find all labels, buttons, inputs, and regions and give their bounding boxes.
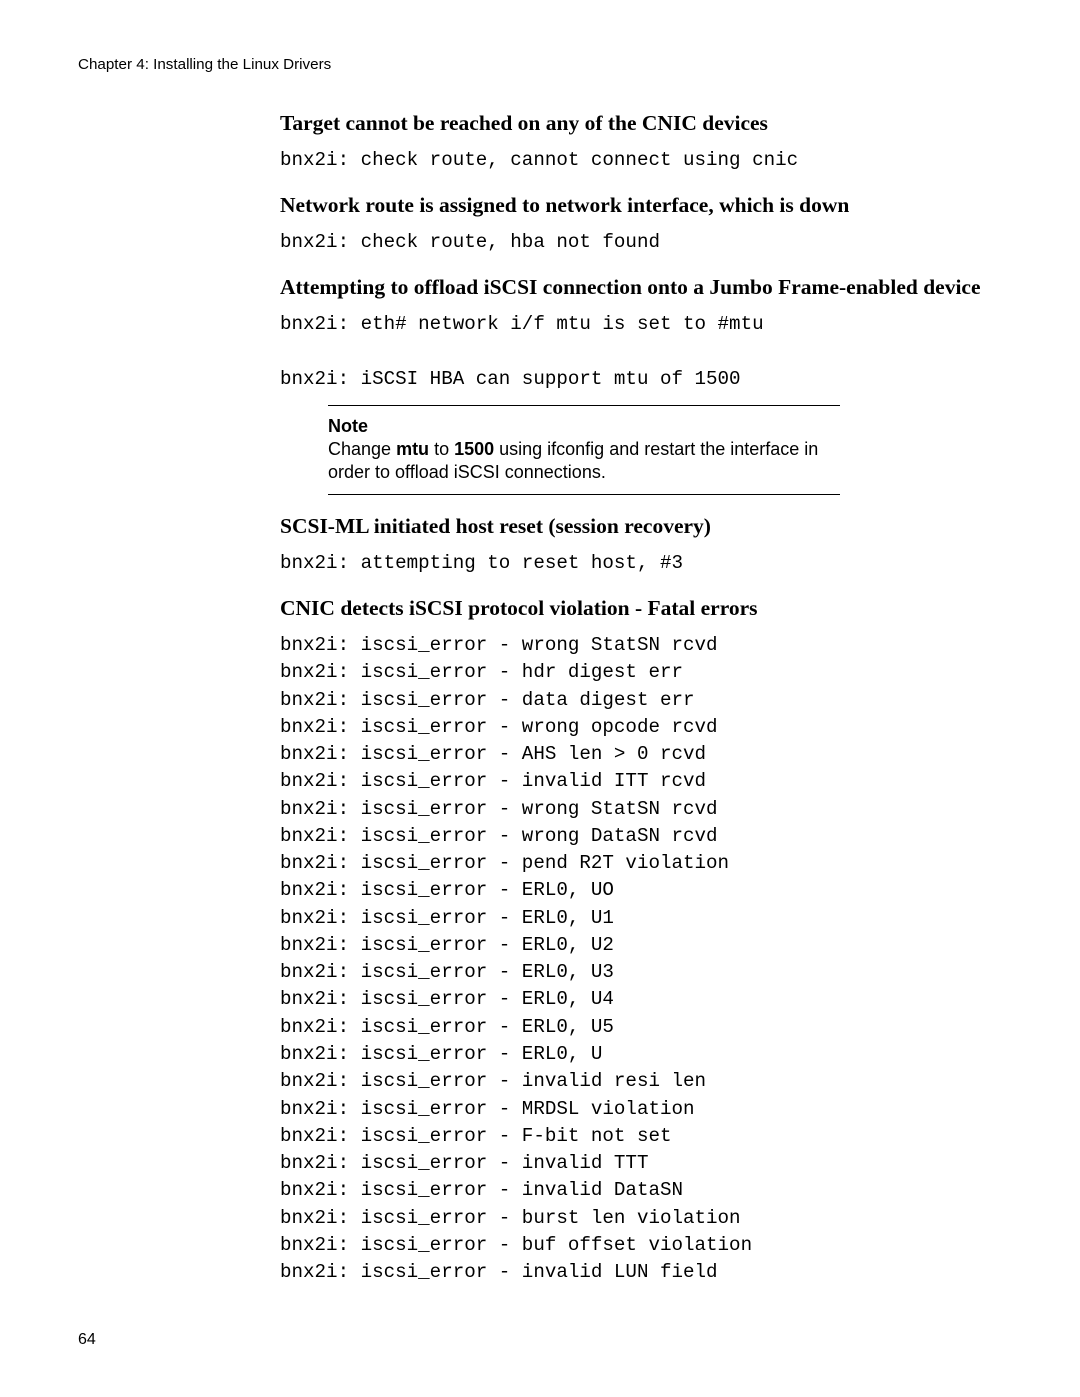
content-column: Target cannot be reached on any of the C… — [280, 110, 1000, 1296]
section-heading-3: Attempting to offload iSCSI connection o… — [280, 274, 1000, 301]
note-text-bold-1: mtu — [396, 439, 429, 459]
page: Chapter 4: Installing the Linux Drivers … — [0, 0, 1080, 1397]
note-box: Note Change mtu to 1500 using ifconfig a… — [328, 405, 840, 495]
code-block-1: bnx2i: check route, cannot connect using… — [280, 147, 1000, 174]
code-block-4: bnx2i: attempting to reset host, #3 — [280, 550, 1000, 577]
note-text-bold-2: 1500 — [454, 439, 494, 459]
code-block-2: bnx2i: check route, hba not found — [280, 229, 1000, 256]
section-heading-2: Network route is assigned to network int… — [280, 192, 1000, 219]
section-heading-4: SCSI-ML initiated host reset (session re… — [280, 513, 1000, 540]
code-block-3: bnx2i: eth# network i/f mtu is set to #m… — [280, 311, 1000, 393]
section-heading-1: Target cannot be reached on any of the C… — [280, 110, 1000, 137]
page-number: 64 — [78, 1331, 96, 1349]
code-block-5: bnx2i: iscsi_error - wrong StatSN rcvd b… — [280, 632, 1000, 1286]
note-text: Change mtu to 1500 using ifconfig and re… — [328, 438, 840, 484]
note-label: Note — [328, 416, 840, 437]
note-text-mid: to — [429, 439, 454, 459]
chapter-header: Chapter 4: Installing the Linux Drivers — [78, 56, 331, 73]
section-heading-5: CNIC detects iSCSI protocol violation - … — [280, 595, 1000, 622]
note-text-pre: Change — [328, 439, 396, 459]
